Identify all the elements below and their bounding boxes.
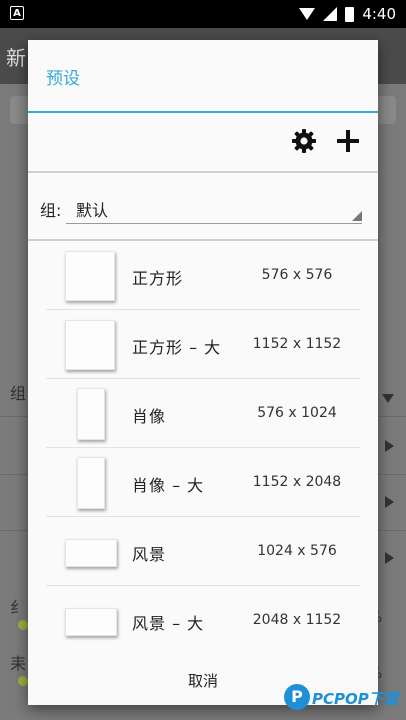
preset-size: 576 x 1024 bbox=[257, 405, 337, 421]
background-title-char: 新 bbox=[6, 46, 26, 70]
background-slider-dot bbox=[18, 676, 28, 686]
background-dropdown-arrow bbox=[382, 394, 394, 409]
preset-size: 1024 x 576 bbox=[257, 543, 337, 559]
portrait-thumbnail bbox=[77, 457, 105, 509]
preset-item[interactable]: 肖像 576 x 1024 bbox=[46, 379, 360, 448]
background-row-arrow bbox=[385, 440, 394, 452]
add-preset-button[interactable] bbox=[334, 127, 362, 155]
preset-list: 正方形 576 x 576 正方形 – 大 1152 x 1152 肖像 576… bbox=[46, 241, 360, 654]
preset-size: 2048 x 1152 bbox=[252, 612, 342, 628]
preset-name: 正方形 – 大 bbox=[132, 338, 222, 357]
preset-item[interactable]: 风景 1024 x 576 bbox=[46, 517, 360, 586]
background-row-arrow bbox=[385, 496, 394, 508]
status-bar: A 4:40 bbox=[0, 0, 406, 28]
preset-name: 风景 bbox=[132, 545, 167, 564]
dialog-title: 预设 bbox=[46, 69, 80, 89]
gear-icon bbox=[292, 129, 316, 153]
landscape-thumbnail bbox=[65, 539, 117, 567]
notification-icon: A bbox=[10, 6, 24, 20]
preset-item[interactable]: 正方形 576 x 576 bbox=[46, 241, 360, 310]
dropdown-arrow-icon bbox=[352, 211, 362, 221]
background-slider-dot bbox=[18, 620, 28, 630]
preset-size: 1152 x 1152 bbox=[252, 336, 342, 352]
status-time: 4:40 bbox=[362, 5, 396, 23]
preset-name: 正方形 bbox=[132, 269, 184, 288]
landscape-thumbnail bbox=[65, 608, 117, 636]
group-row: 组: 默认 bbox=[28, 173, 378, 239]
portrait-thumbnail bbox=[77, 388, 105, 440]
background-group-label: 组 bbox=[10, 384, 27, 403]
preset-item[interactable]: 正方形 – 大 1152 x 1152 bbox=[46, 310, 360, 379]
group-label: 组: bbox=[40, 201, 62, 220]
presets-dialog: 预设 组: 默认 正方形 576 x 576 正方形 – 大 1152 x 11… bbox=[28, 40, 378, 705]
preset-name: 肖像 bbox=[132, 407, 167, 426]
square-thumbnail bbox=[65, 251, 115, 301]
background-row-label: 耒 bbox=[10, 654, 27, 673]
preset-name: 风景 – 大 bbox=[132, 614, 205, 633]
group-dropdown[interactable]: 默认 bbox=[66, 191, 362, 224]
wifi-icon bbox=[299, 8, 316, 20]
watermark-text: PCPOP下载 bbox=[312, 690, 399, 708]
preset-item[interactable]: 肖像 – 大 1152 x 2048 bbox=[46, 448, 360, 517]
dialog-toolbar bbox=[28, 113, 378, 171]
watermark-logo: P bbox=[284, 684, 310, 710]
preset-item[interactable]: 风景 – 大 2048 x 1152 bbox=[46, 586, 360, 654]
preset-size: 576 x 576 bbox=[261, 267, 333, 283]
settings-button[interactable] bbox=[290, 127, 318, 155]
plus-icon bbox=[337, 130, 359, 152]
group-selected-value: 默认 bbox=[76, 201, 109, 220]
battery-icon bbox=[345, 6, 355, 22]
preset-name: 肖像 – 大 bbox=[132, 476, 205, 495]
watermark: P PCPOP下载 bbox=[284, 684, 406, 714]
background-row-arrow bbox=[385, 552, 394, 564]
background-row-label: 纟 bbox=[10, 598, 27, 617]
status-icons: 4:40 bbox=[299, 4, 396, 24]
square-thumbnail bbox=[65, 320, 115, 370]
preset-size: 1152 x 2048 bbox=[252, 474, 342, 490]
cellular-signal-icon bbox=[323, 7, 338, 21]
